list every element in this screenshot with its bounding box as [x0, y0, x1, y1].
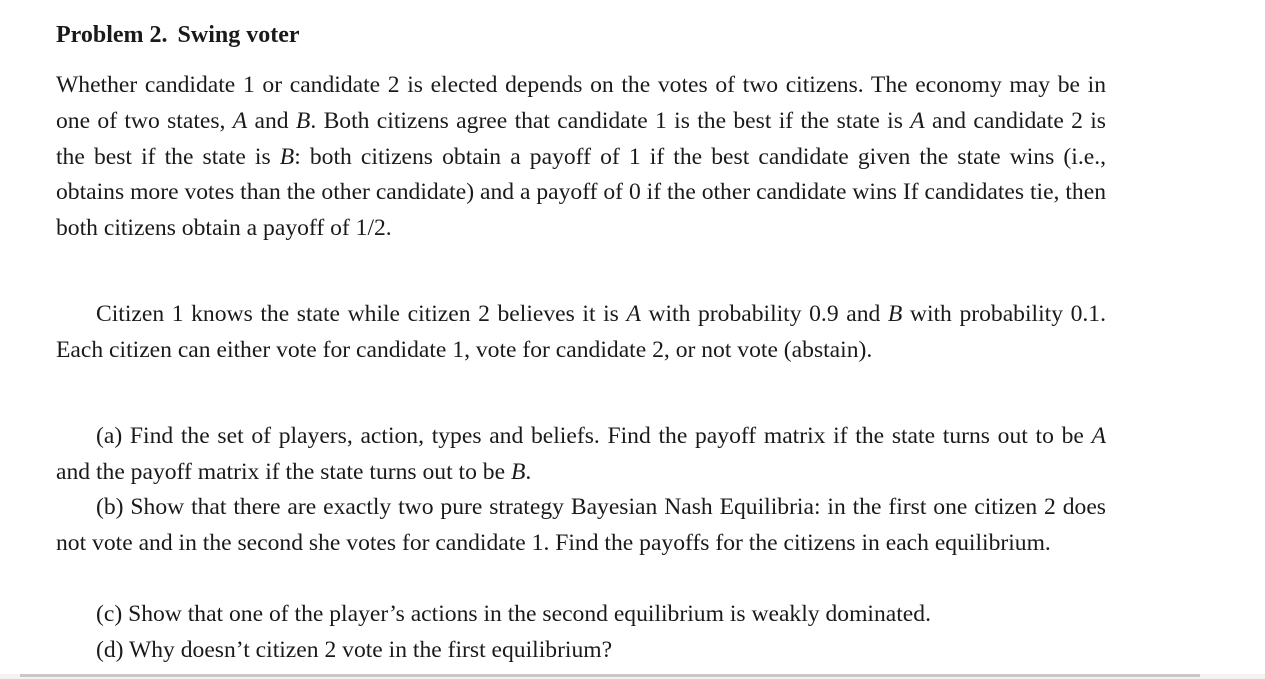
problem-heading: Problem 2. Swing voter [56, 18, 300, 52]
horizontal-scrollbar[interactable] [0, 674, 1265, 679]
problem-description-paragraph: Whether candidate 1 or candidate 2 is el… [56, 68, 1106, 247]
scrollbar-thumb[interactable] [20, 674, 1200, 677]
math-state-a: A [626, 301, 641, 327]
question-a: (a) Find the set of players, action, typ… [56, 419, 1106, 491]
math-state-a: A [1091, 423, 1106, 449]
question-c: (c) Show that one of the player’s action… [96, 601, 931, 627]
math-state-b: B [510, 458, 526, 485]
text-run: and [247, 107, 296, 134]
text-run: Citizen 1 knows the state while citizen … [96, 301, 627, 327]
question-d: (d) Why doesn’t citizen 2 vote in the fi… [96, 637, 613, 663]
math-state-b: B [279, 143, 295, 170]
text-run: . Both citizens agree that candidate 1 i… [310, 107, 911, 134]
problem-label: Problem 2. [56, 22, 168, 48]
math-state-b: B [295, 107, 311, 134]
beliefs-paragraph: Citizen 1 knows the state while citizen … [56, 297, 1106, 369]
text-run: and the payoff matrix if the state turns… [56, 458, 511, 485]
problem-title: Swing voter [177, 22, 300, 48]
text-run: . [525, 458, 532, 485]
text-run: with probability 0.9 and [640, 301, 888, 327]
text-run: (a) Find the set of players, action, typ… [96, 423, 1092, 449]
math-state-a: A [910, 107, 925, 134]
math-state-b: B [887, 301, 903, 327]
question-b: (b) Show that there are exactly two pure… [56, 494, 1106, 556]
math-state-a: A [232, 107, 248, 134]
